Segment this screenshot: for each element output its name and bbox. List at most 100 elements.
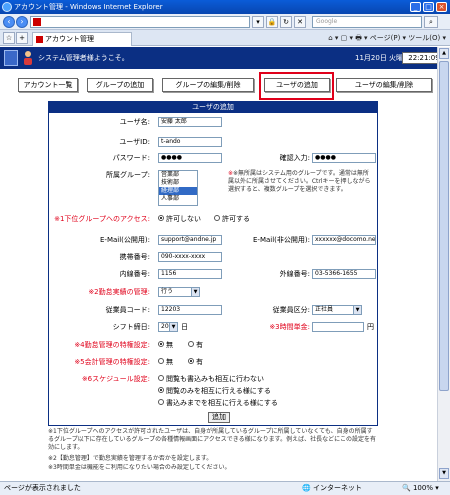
close-button[interactable]: × [436, 2, 447, 12]
scroll-thumb[interactable] [439, 61, 449, 391]
schedule-label: ※6スケジュール設定: [81, 375, 150, 383]
accounting-privilege-no-radio[interactable]: 無 [158, 357, 173, 367]
group-note: ※※無所属はシステム用のグループです。通常は無所属以外に所属させてください。Ct… [228, 170, 371, 193]
zoom-level[interactable]: 🔍 100% ▾ [402, 482, 439, 495]
cutoff-select[interactable]: 20 ▼ [158, 322, 178, 332]
note-2: ※2【勤怠管理】で勤怠実績を管理するか否かを設定します。 [48, 455, 213, 462]
schedule-option-write[interactable]: 書込みまでを相互に行える様にする [158, 398, 278, 408]
accounting-privilege-yes-radio[interactable]: 有 [188, 357, 203, 367]
email-public-field[interactable]: support@andne.jp [158, 235, 222, 245]
list-item[interactable]: 技術部 [159, 179, 197, 187]
nav-group-edit[interactable]: グループの編集/削除 [162, 78, 254, 92]
refresh-icon[interactable]: ↻ [280, 16, 292, 28]
minimize-button[interactable]: _ [410, 2, 421, 12]
hourly-rate-field[interactable] [312, 322, 364, 332]
forward-icon[interactable]: › [16, 16, 28, 28]
extension-field[interactable]: 1156 [158, 269, 222, 279]
username-label: ユーザ名: [119, 118, 150, 126]
tab-bar: ☆ + アカウント管理 ⌂ ▾ ▢ ▾ 🖶 ▾ ページ(P) ▾ ツール(O) … [0, 30, 450, 46]
attendance-privilege-no-radio[interactable]: 無 [158, 340, 173, 350]
address-bar: ‹ › ▾ 🔒 ↻ ✕ Google ⌕ [0, 14, 450, 30]
back-icon[interactable]: ‹ [3, 16, 15, 28]
employee-category-select[interactable]: 正社員 ▼ [312, 305, 362, 315]
access-yes-radio[interactable]: 許可する [214, 214, 250, 224]
chevron-down-icon: ▼ [169, 323, 177, 331]
add-user-button[interactable]: 追加 [208, 412, 230, 423]
nav-group-add[interactable]: グループの追加 [87, 78, 153, 92]
lock-icon: 🔒 [266, 16, 278, 28]
employee-category-label: 従業員区分: [272, 306, 310, 314]
scroll-down-icon[interactable]: ▼ [439, 468, 449, 479]
page-icon [33, 18, 41, 26]
list-item[interactable]: 営業部 [159, 171, 197, 179]
attendance-label: ※2勤怠実績の管理: [88, 288, 150, 296]
app-logo-icon [4, 50, 18, 66]
vertical-scrollbar[interactable]: ▲ ▼ [437, 47, 450, 481]
password-field[interactable]: ●●●● [158, 153, 222, 163]
status-bar: ページが表示されました 🌐 インターネット 🔍 100% ▾ [0, 481, 450, 495]
ie-icon [2, 2, 12, 12]
email-private-label: E-Mail(非公開用): [253, 236, 310, 244]
date-text: 11月20日 火曜 [355, 54, 404, 62]
chevron-down-icon: ▼ [353, 306, 361, 314]
welcome-text: システム管理者様ようこそ。 [38, 54, 129, 62]
search-icon[interactable]: ⌕ [424, 16, 438, 28]
tab-label: アカウント管理 [45, 35, 94, 43]
password-label: パスワード: [112, 154, 150, 162]
access-no-radio[interactable]: 許可しない [158, 214, 201, 224]
email-public-label: E-Mail(公開用): [100, 236, 150, 244]
tab-favicon-icon [36, 36, 43, 43]
mobile-field[interactable]: 090-xxxx-xxxx [158, 252, 222, 262]
cutoff-unit: 日 [181, 323, 188, 331]
confirm-password-field[interactable]: ●●●● [312, 153, 376, 163]
security-zone: 🌐 インターネット [302, 484, 362, 492]
userid-label: ユーザID: [119, 138, 150, 146]
group-label: 所属グループ: [106, 171, 150, 179]
maximize-button[interactable]: □ [423, 2, 434, 12]
user-icon [24, 51, 32, 65]
list-item[interactable]: 人事部 [159, 195, 197, 203]
chevron-down-icon: ▼ [191, 288, 199, 296]
username-field[interactable]: 安藤 太郎 [158, 117, 222, 127]
nav-account-list[interactable]: アカウント一覧 [18, 78, 78, 92]
note-1: ※1下位グループへのアクセスが許可されたユーザは、自身が所属しているグループに所… [48, 428, 376, 451]
schedule-option-read[interactable]: 閲覧のみを相互に行える様にする [158, 386, 271, 396]
attendance-select[interactable]: 行う ▼ [158, 287, 200, 297]
outer-line-field[interactable]: 03-5366-1655 [312, 269, 376, 279]
window-title: アカウント管理 - Windows Internet Explorer [14, 3, 163, 11]
form-header: ユーザの追加 [49, 102, 377, 113]
app-header: システム管理者様ようこそ。 11月20日 火曜 22:21:09 [0, 47, 450, 69]
tab-account-management[interactable]: アカウント管理 [32, 32, 132, 46]
mobile-label: 携帯番号: [119, 253, 150, 261]
accounting-privilege-label: ※5会計管理の特権設定: [74, 358, 150, 366]
status-text: ページが表示されました [4, 484, 81, 492]
note-3: ※3時間単金は機能をご利用になりたい場合のみ設定してください。 [48, 464, 231, 471]
access-label: ※1下位グループへのアクセス: [54, 215, 150, 223]
hourly-rate-label: ※3時間単金: [269, 323, 310, 331]
email-private-field[interactable]: xxxxxx@docomo.ne [312, 235, 376, 245]
command-bar[interactable]: ⌂ ▾ ▢ ▾ 🖶 ▾ ページ(P) ▾ ツール(O) ▾ [328, 33, 446, 43]
schedule-option-none[interactable]: 閲覧も書込みも相互に行わない [158, 374, 264, 384]
employee-code-field[interactable]: 12203 [158, 305, 222, 315]
stop-icon[interactable]: ✕ [294, 16, 306, 28]
window-title-bar: アカウント管理 - Windows Internet Explorer _ □ … [0, 0, 450, 14]
list-item[interactable]: 経理部 [159, 187, 197, 195]
scroll-up-icon[interactable]: ▲ [439, 48, 449, 59]
address-input[interactable] [30, 16, 250, 28]
attendance-privilege-label: ※4勤怠管理の特権設定: [74, 341, 150, 349]
employee-code-label: 従業員コード: [105, 306, 150, 314]
userid-field[interactable]: t-ando [158, 137, 222, 147]
group-listbox[interactable]: 営業部 技術部 経理部 人事部 [158, 170, 198, 206]
highlight-box [259, 72, 334, 100]
search-input[interactable]: Google [312, 16, 422, 28]
cutoff-label: シフト締日: [112, 323, 150, 331]
address-dropdown-icon[interactable]: ▾ [252, 16, 264, 28]
attendance-privilege-yes-radio[interactable]: 有 [188, 340, 203, 350]
nav-user-edit[interactable]: ユーザの編集/削除 [336, 78, 432, 92]
outer-line-label: 外線番号: [279, 270, 310, 278]
add-favorites-icon[interactable]: + [16, 32, 28, 44]
confirm-label: 確認入力: [279, 154, 310, 162]
hourly-unit: 円 [367, 323, 374, 331]
favorites-star-icon[interactable]: ☆ [3, 32, 15, 44]
extension-label: 内線番号: [119, 270, 150, 278]
